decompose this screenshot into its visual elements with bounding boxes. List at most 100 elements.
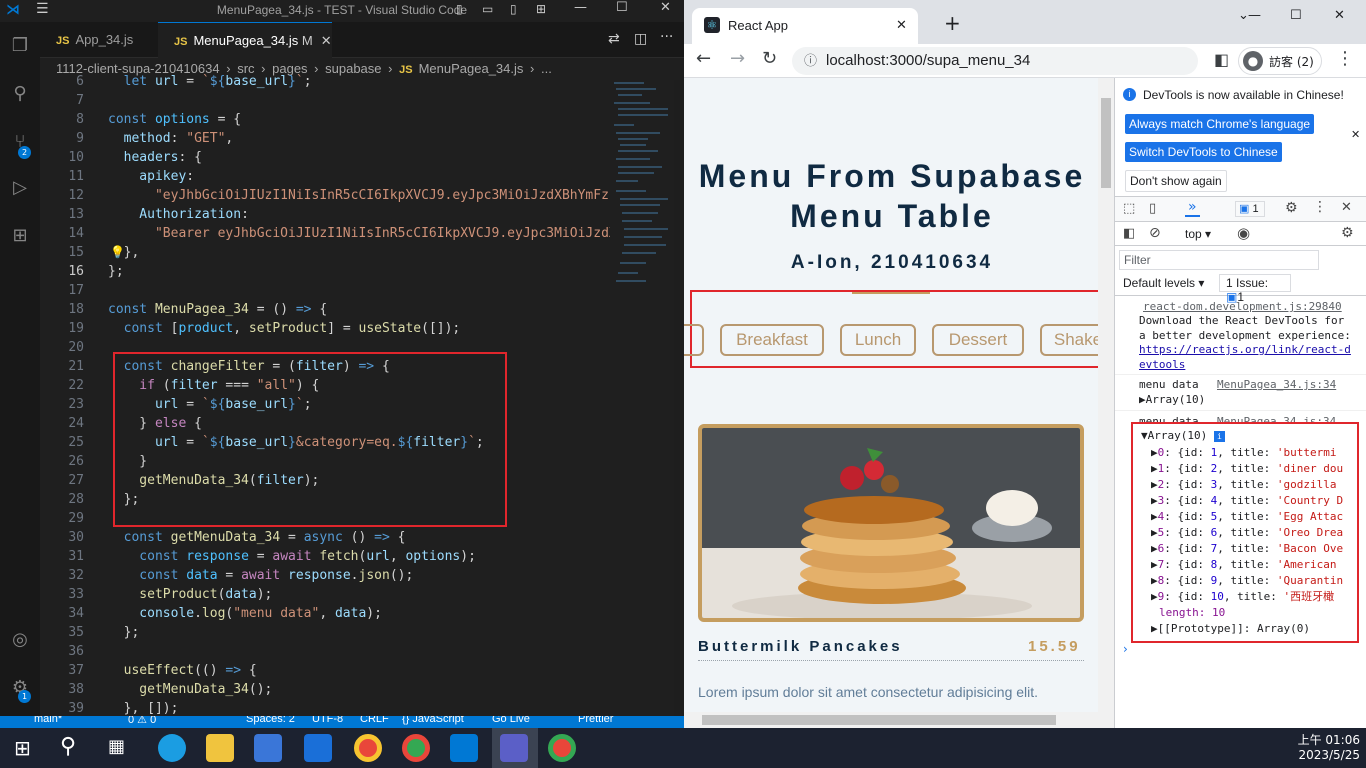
kebab-menu-icon[interactable]: ⋮ (1336, 48, 1354, 69)
context-selector[interactable]: top ▾ (1185, 227, 1211, 241)
array-row[interactable]: ▶9: {id: 10, title: '西班牙橄 (1151, 589, 1351, 605)
array-row[interactable]: ▶1: {id: 2, title: 'diner dou (1151, 461, 1351, 477)
log-source-link[interactable]: react-dom.development.js:29840 (1143, 300, 1342, 313)
scrollbar-thumb[interactable] (1101, 98, 1111, 188)
expanded-array[interactable]: ▼Array(10) i (1141, 429, 1225, 442)
array-row[interactable]: ▶2: {id: 3, title: 'godzilla (1151, 477, 1351, 493)
mail-icon[interactable] (304, 734, 332, 762)
close-icon[interactable]: ✕ (1334, 8, 1345, 23)
device-toolbar-icon[interactable]: ▯ (1149, 201, 1156, 216)
sidebar-toggle-icon[interactable]: ◧ (1123, 226, 1135, 241)
back-arrow-icon[interactable]: ← (696, 48, 711, 69)
dont-show-again-button[interactable]: Don't show again (1125, 170, 1227, 192)
match-language-button[interactable]: Always match Chrome's language (1125, 114, 1315, 134)
breadcrumb-item[interactable]: supabase (325, 61, 381, 76)
more-tabs-icon[interactable]: » (1185, 199, 1200, 217)
status-encoding[interactable]: UTF-8 (312, 716, 343, 725)
console-prompt-icon[interactable]: › (1123, 642, 1128, 656)
minimize-icon[interactable]: — (574, 0, 587, 15)
status-problems[interactable]: 0 ⚠ 0 (128, 716, 156, 726)
tab-app-34[interactable]: JS App_34.js (40, 22, 158, 58)
minimap[interactable] (610, 80, 674, 716)
profile-button[interactable]: ● 訪客 (2) (1238, 47, 1322, 75)
file-explorer-icon[interactable] (206, 734, 234, 762)
inspect-element-icon[interactable]: ⬚ (1123, 201, 1135, 216)
console-filter-input[interactable]: Filter (1119, 250, 1319, 270)
layout-customize-icon[interactable]: ⊞ (536, 2, 546, 16)
console-log-source[interactable]: MenuPagea_34.js:34 (1217, 378, 1336, 391)
array-row[interactable]: ▶6: {id: 7, title: 'Bacon Ove (1151, 541, 1351, 557)
status-language[interactable]: {} JavaScript (402, 716, 464, 725)
vscode-taskbar-icon[interactable] (450, 734, 478, 762)
search-icon[interactable]: ⚲ (60, 734, 76, 759)
array-prototype[interactable]: ▶[[Prototype]]: Array(0) (1151, 622, 1310, 635)
compare-changes-icon[interactable]: ⇄ (608, 31, 620, 47)
tab-menupagea-34[interactable]: JS MenuPagea_34.js M ✕ (158, 22, 332, 58)
more-actions-icon[interactable]: ··· (660, 29, 673, 45)
chrome-icon[interactable] (354, 734, 382, 762)
array-row[interactable]: ▶8: {id: 9, title: 'Quarantin (1151, 573, 1351, 589)
accounts-icon[interactable]: ◎ (4, 624, 36, 656)
issues-button[interactable]: 1 Issue: ▣1 (1219, 274, 1291, 304)
teams-icon[interactable] (500, 734, 528, 762)
maximize-icon[interactable]: ☐ (616, 0, 628, 15)
status-indent[interactable]: Spaces: 2 (246, 716, 295, 725)
eye-icon[interactable]: ◉ (1237, 224, 1250, 242)
switch-chinese-button[interactable]: Switch DevTools to Chinese (1125, 142, 1282, 162)
edge-icon[interactable] (158, 734, 186, 762)
filter-button-dessert[interactable]: Dessert (932, 324, 1024, 356)
split-editor-icon[interactable]: ◫ (634, 31, 647, 47)
close-icon[interactable]: ✕ (660, 0, 671, 15)
clock-date[interactable]: 2023/5/25 (1280, 748, 1360, 762)
filter-button-breakfast[interactable]: Breakfast (720, 324, 824, 356)
array-row[interactable]: ▶7: {id: 8, title: 'American (1151, 557, 1351, 573)
maximize-icon[interactable]: ☐ (1290, 8, 1302, 23)
status-branch[interactable]: main* (34, 716, 62, 725)
horizontal-scrollbar-thumb[interactable] (702, 715, 1056, 725)
close-devtools-icon[interactable]: ✕ (1341, 200, 1352, 215)
tab-close-icon[interactable]: ✕ (896, 17, 907, 33)
site-info-icon[interactable]: ⓘ (804, 47, 817, 75)
explorer-icon[interactable]: ❐ (4, 30, 36, 62)
browser-tab[interactable]: ⚛ React App ✕ (692, 8, 918, 44)
levels-dropdown[interactable]: Default levels ▾ (1123, 276, 1204, 290)
lightbulb-icon[interactable]: 💡 (110, 245, 125, 259)
source-link[interactable]: MenuPagea_34.js:34 (1217, 378, 1336, 391)
collapsed-array[interactable]: ▶Array(10) (1139, 393, 1205, 406)
layout-panel-icon[interactable]: ▭ (482, 2, 493, 16)
status-prettier[interactable]: Prettier (578, 716, 613, 725)
status-eol[interactable]: CRLF (360, 716, 389, 725)
page-scrollbar[interactable] (1098, 78, 1114, 728)
breadcrumb-item[interactable]: MenuPagea_34.js (419, 61, 524, 76)
source-link[interactable]: react-dom.development.js:29840 (1143, 300, 1342, 313)
filter-button-all[interactable] (684, 324, 704, 356)
search-icon[interactable]: ⚲ (4, 78, 36, 110)
layout-secondary-icon[interactable]: ▯ (510, 2, 517, 16)
tab-close-icon[interactable]: ✕ (321, 33, 332, 48)
react-devtools-link[interactable]: https://reactjs.org/link/react-devtools (1139, 343, 1351, 371)
array-row[interactable]: ▶5: {id: 6, title: 'Oreo Drea (1151, 525, 1351, 541)
forward-arrow-icon[interactable]: → (730, 48, 745, 69)
filter-button-lunch[interactable]: Lunch (840, 324, 916, 356)
windows-start-icon[interactable]: ⊞ (14, 736, 31, 760)
reload-icon[interactable]: ↻ (762, 48, 777, 69)
layout-sidebar-icon[interactable]: ▯ (456, 2, 463, 16)
chrome-second-icon[interactable] (548, 734, 576, 762)
side-panel-icon[interactable]: ◧ (1214, 50, 1229, 69)
array-row[interactable]: ▶0: {id: 1, title: 'buttermi (1151, 445, 1351, 461)
run-debug-icon[interactable]: ▷ (4, 172, 36, 204)
console-settings-icon[interactable]: ⚙ (1341, 225, 1354, 241)
chrome-profile-icon[interactable] (402, 734, 430, 762)
array-row[interactable]: ▶3: {id: 4, title: 'Country D (1151, 493, 1351, 509)
messages-count-badge[interactable]: ▣ 1 (1235, 201, 1265, 217)
minimize-icon[interactable]: — (1248, 8, 1261, 23)
breadcrumb-item[interactable]: ... (541, 61, 552, 76)
task-view-icon[interactable]: ▦ (108, 736, 125, 757)
clear-console-icon[interactable]: ⊘ (1149, 225, 1161, 241)
clock-time[interactable]: 上午 01:06 (1290, 731, 1360, 748)
settings-gear-icon[interactable]: ⚙ (1285, 200, 1298, 216)
extensions-icon[interactable]: ⊞ (4, 220, 36, 252)
status-go-live[interactable]: Go Live (492, 716, 530, 725)
close-banner-icon[interactable]: ✕ (1351, 128, 1360, 141)
store-icon[interactable] (254, 734, 282, 762)
